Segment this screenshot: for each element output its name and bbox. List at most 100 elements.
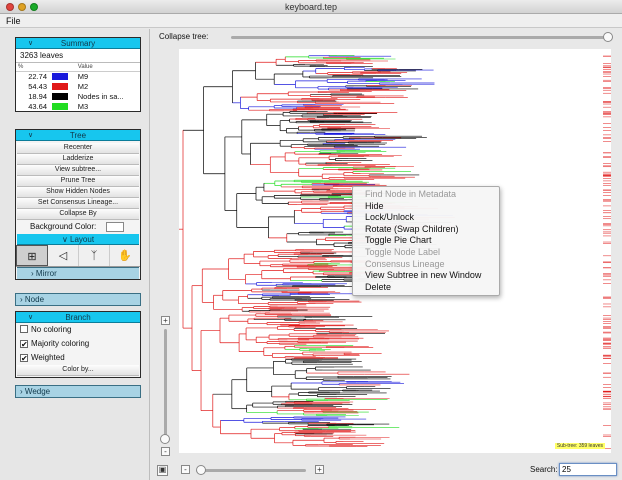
legend-value: M2 — [77, 81, 89, 91]
recenter-button[interactable]: Recenter — [17, 143, 139, 154]
weighted-label: Weighted — [31, 353, 65, 362]
menu-file[interactable]: File — [6, 16, 21, 26]
ctx-rotate[interactable]: Rotate (Swap Children) — [353, 224, 499, 236]
ladderize-button[interactable]: Ladderize — [17, 154, 139, 165]
wedge-section[interactable]: › Wedge — [15, 385, 141, 398]
view-subtree-button[interactable]: View subtree... — [17, 165, 139, 176]
menu-bar: File — [0, 14, 622, 28]
legend-pct: 22.74 — [28, 71, 47, 81]
lock-icon[interactable]: ▣ — [157, 465, 168, 476]
horizontal-zoom-in-button[interactable]: + — [315, 465, 324, 474]
sidebar: ∨ Summary 3263 leaves % Value 22.74 M9 5… — [0, 29, 150, 480]
context-menu: Find Node in Metadata Hide Lock/Unlock R… — [352, 186, 500, 297]
horizontal-zoom-slider[interactable] — [196, 469, 306, 472]
no-coloring-label: No coloring — [31, 325, 72, 334]
checkbox-box — [20, 325, 28, 333]
majority-coloring-label: Majority coloring — [31, 339, 90, 348]
weighted-checkbox[interactable]: ✔ Weighted — [16, 351, 140, 365]
legend-pct: 18.94 — [28, 91, 47, 101]
legend-row[interactable]: 22.74 M9 — [16, 71, 140, 81]
tree-header[interactable]: ∨ Tree — [16, 130, 140, 141]
ctx-toggle-node-label: Toggle Node Label — [365, 246, 441, 257]
radial-layout-icon[interactable]: ᛉ — [79, 245, 110, 266]
pan-hand-icon[interactable]: ✋ — [110, 245, 140, 266]
title-bar: keyboard.tep — [0, 0, 622, 14]
vertical-zoom-slider-thumb[interactable] — [160, 434, 170, 444]
ctx-lock-unlock[interactable]: Lock/Unlock — [353, 212, 499, 224]
vertical-zoom-in-button[interactable]: + — [161, 316, 170, 325]
collapse-tree-slider-thumb[interactable] — [603, 32, 613, 42]
search-input[interactable] — [559, 463, 617, 476]
summary-title: Summary — [60, 39, 96, 48]
subtree-count-label: Sub-tree: 359 leaves — [554, 443, 605, 449]
branch-panel: ∨ Branch No coloring ✔ Majority coloring … — [15, 311, 141, 378]
chevron-down-icon: ∨ — [28, 132, 34, 139]
prune-tree-button[interactable]: Prune Tree — [17, 176, 139, 187]
ctx-view-subtree-new-window[interactable]: View Subtree in new Window — [353, 270, 499, 282]
app-window: keyboard.tep File ∨ Summary 3263 leaves … — [0, 0, 622, 480]
node-section[interactable]: › Node — [15, 293, 141, 306]
legend-swatch — [52, 83, 68, 91]
branch-title: Branch — [65, 313, 91, 322]
branch-header[interactable]: ∨ Branch — [16, 312, 140, 323]
ctx-delete[interactable]: Delete — [353, 282, 499, 294]
chevron-right-icon: › — [31, 269, 34, 278]
collapse-by-button[interactable]: Collapse By — [17, 209, 139, 220]
col-value-header: Value — [75, 63, 140, 72]
wedge-label: Wedge — [24, 387, 51, 396]
layout-header[interactable]: ∨ Layout — [17, 234, 139, 245]
close-window-icon[interactable] — [6, 3, 14, 11]
col-color-header — [50, 63, 76, 72]
legend-value: M9 — [77, 71, 89, 81]
legend-value: Nodes in sa... — [77, 91, 124, 101]
chevron-down-icon: ∨ — [61, 235, 68, 244]
chevron-down-icon: ∨ — [28, 314, 34, 321]
vertical-zoom-out-button[interactable]: - — [161, 447, 170, 456]
zoom-window-icon[interactable] — [30, 3, 38, 11]
ctx-toggle-pie-chart[interactable]: Toggle Pie Chart — [353, 235, 499, 247]
ctx-consensus-lineage: Consensus Lineage — [365, 258, 445, 269]
legend-row[interactable]: 54.43 M2 — [16, 81, 140, 91]
tree-title: Tree — [69, 131, 87, 140]
layout-title: Layout — [70, 235, 95, 244]
horizontal-zoom-out-button[interactable]: - — [181, 465, 190, 474]
layout-icon-row: ⊞ ◁ ᛉ ✋ — [16, 245, 140, 267]
legend-pct: 43.64 — [28, 101, 47, 111]
color-by-button[interactable]: Color by... — [17, 365, 139, 376]
collapse-tree-label: Collapse tree: — [159, 32, 209, 41]
leaves-count: 3263 leaves — [16, 49, 140, 63]
mirror-label: Mirror — [35, 269, 57, 278]
vertical-zoom-slider[interactable] — [164, 329, 167, 439]
legend-row[interactable]: 43.64 M3 — [16, 101, 140, 111]
collapse-tree-slider[interactable] — [231, 36, 611, 39]
background-color-row: Background Color: — [16, 220, 140, 234]
show-hidden-nodes-button[interactable]: Show Hidden Nodes — [17, 187, 139, 198]
ctx-hide[interactable]: Hide — [353, 201, 499, 213]
chevron-right-icon: › — [20, 387, 23, 396]
chevron-down-icon: ∨ — [28, 40, 34, 47]
set-consensus-lineage-button[interactable]: Set Consensus Lineage... — [17, 198, 139, 209]
node-label: Node — [24, 295, 45, 304]
background-color-label: Background Color: — [30, 222, 97, 231]
minimize-window-icon[interactable] — [18, 3, 26, 11]
rectangular-layout-icon[interactable]: ⊞ — [16, 245, 48, 266]
horizontal-zoom-slider-thumb[interactable] — [196, 465, 206, 475]
ctx-find-node-in-metadata: Find Node in Metadata — [365, 189, 457, 199]
legend-row[interactable]: 18.94 Nodes in sa... — [16, 91, 140, 101]
legend-swatch — [52, 93, 68, 101]
background-color-swatch[interactable] — [106, 222, 124, 232]
tree-panel: ∨ Tree Recenter Ladderize View subtree..… — [15, 129, 141, 280]
checkmark-icon: ✔ — [20, 354, 28, 363]
legend-value: M3 — [77, 101, 89, 111]
no-coloring-checkbox[interactable]: No coloring — [16, 323, 140, 337]
summary-legend-table: % Value 22.74 M9 54.43 M2 18.94 Nodes in… — [16, 63, 140, 111]
summary-header[interactable]: ∨ Summary — [16, 38, 140, 49]
legend-swatch — [52, 73, 68, 81]
triangular-layout-icon[interactable]: ◁ — [48, 245, 79, 266]
summary-panel: ∨ Summary 3263 leaves % Value 22.74 M9 5… — [15, 37, 141, 112]
chevron-right-icon: › — [20, 295, 23, 304]
legend-swatch — [52, 103, 68, 111]
search-label: Search: — [530, 465, 558, 474]
mirror-section[interactable]: › Mirror — [17, 267, 139, 279]
majority-coloring-checkbox[interactable]: ✔ Majority coloring — [16, 337, 140, 351]
